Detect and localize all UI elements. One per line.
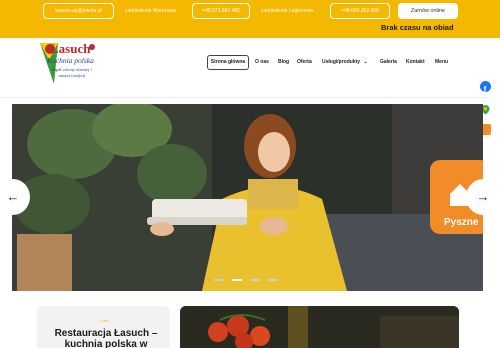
nav-contact[interactable]: Kontakt (406, 55, 425, 70)
nav-home[interactable]: Strona główna (207, 55, 249, 70)
nav-about[interactable]: O nas (255, 55, 269, 70)
chevron-down-icon: ⌄ (363, 59, 368, 65)
top-bar: lasuch.vip@interia.pl zamówienia Warszaw… (0, 0, 500, 38)
nav-offer[interactable]: Oferta (297, 55, 312, 70)
slider-dot-2[interactable] (232, 279, 242, 281)
order-online-button[interactable]: Zamów online (398, 3, 458, 19)
slider-next-button[interactable]: → (466, 179, 500, 215)
email-link[interactable]: lasuch.vip@interia.pl (43, 3, 114, 19)
slider-dot-1[interactable] (214, 279, 224, 281)
svg-text:f: f (484, 85, 487, 94)
site-logo[interactable]: Łasuch Kuchnia polska Bądź wierny dawnej… (38, 40, 98, 86)
legionowo-phone-link[interactable]: +48 690 252 659 (330, 3, 390, 19)
about-eyebrow: O nas (99, 319, 109, 323)
nav-blog[interactable]: Blog (278, 55, 289, 70)
tomatoes-image (180, 306, 459, 348)
header-divider (0, 97, 487, 98)
legionowo-orders-label: zamówienia Legionowo (261, 8, 313, 14)
pyszne-badge-text: Pyszne (444, 217, 479, 228)
logo-tagline: Bądź wierny dawnej i naszej tradycji (52, 67, 92, 78)
nav-gallery[interactable]: Galeria (380, 55, 397, 70)
logo-name: Łasuch (50, 41, 91, 56)
warsaw-phone-link[interactable]: +48 573 882 485 (192, 3, 250, 19)
nav-services-label: Usługi/produkty (322, 59, 361, 65)
about-title: Restauracja Łasuch – kuchnia polska w (54, 328, 158, 348)
about-card: O nas Restauracja Łasuch – kuchnia polsk… (37, 306, 170, 348)
hero-image: Pyszne (12, 104, 483, 291)
warsaw-orders-label: zamówienia Warszawa (125, 8, 176, 14)
no-time-heading: Brak czasu na obiad (381, 23, 454, 32)
logo-subtitle: Kuchnia polska (47, 56, 94, 65)
food-image (180, 306, 459, 348)
nav-services[interactable]: Usługi/produkty ⌄ (322, 55, 368, 70)
hero-slider[interactable]: Pyszne (12, 104, 483, 291)
slider-dot-3[interactable] (250, 279, 260, 281)
nav-menu[interactable]: Menu (435, 55, 448, 70)
facebook-icon[interactable]: f (480, 81, 491, 94)
slider-dot-4[interactable] (268, 279, 278, 281)
